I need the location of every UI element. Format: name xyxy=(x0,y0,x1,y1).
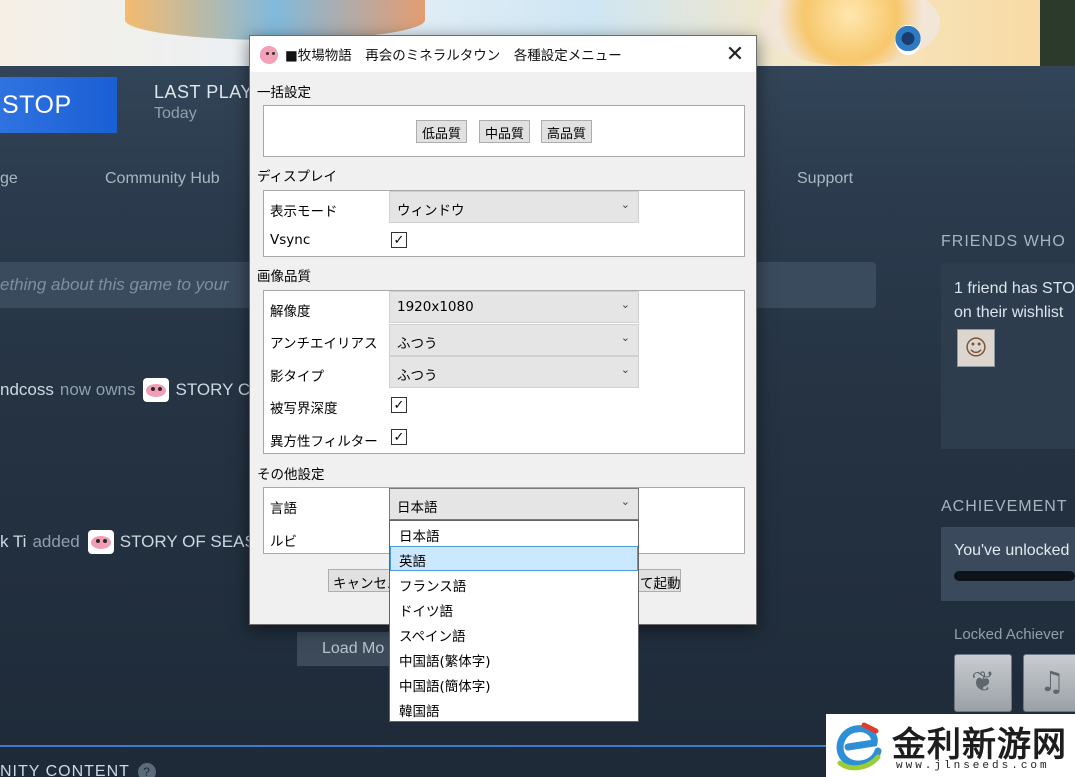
dialog-title: ■牧場物語 再会のミネラルタウン 各種設定メニュー xyxy=(285,48,622,64)
language-option[interactable]: 中国語(簡体字) xyxy=(390,671,638,696)
stop-button-label: STOP xyxy=(2,90,72,119)
banner-character-eye xyxy=(895,25,921,55)
activity-game[interactable]: STORY OF SEAS xyxy=(120,532,256,552)
language-option[interactable]: スペイン語 xyxy=(390,621,638,646)
activity-game[interactable]: STORY C xyxy=(175,380,250,400)
achievements-progress-panel: You've unlocked xyxy=(941,527,1075,601)
game-icon xyxy=(87,530,114,554)
language-option[interactable]: 中国語(繁体字) xyxy=(390,646,638,671)
display-mode-select[interactable]: ウィンドウ ⌄ xyxy=(389,191,639,223)
game-icon xyxy=(143,378,170,402)
language-option[interactable]: 日本語 xyxy=(390,521,638,546)
language-label: 言語 xyxy=(270,501,297,517)
friends-text-line2: on their wishlist xyxy=(954,304,1064,321)
site-watermark: 金利新游网 www.jlnseeds.com xyxy=(826,714,1075,777)
watermark-logo-icon xyxy=(836,722,882,771)
chevron-down-icon: ⌄ xyxy=(620,363,630,376)
watermark-name: 金利新游网 xyxy=(892,725,1067,765)
friends-section-title: FRIENDS WHO xyxy=(941,233,1066,250)
close-button[interactable]: ✕ xyxy=(714,36,756,72)
high-quality-button[interactable]: 高品質 xyxy=(541,120,592,143)
chevron-down-icon: ⌄ xyxy=(620,331,630,344)
activity-verb: added xyxy=(32,532,80,551)
bell-icon: ♫ xyxy=(1039,665,1065,698)
community-content-heading: NITY CONTENT ? xyxy=(0,763,156,777)
activity-user[interactable]: ndcoss xyxy=(0,380,54,400)
display-group-label: ディスプレイ xyxy=(257,169,338,185)
low-quality-button[interactable]: 低品質 xyxy=(416,120,467,143)
achievements-unlocked-text: You've unlocked xyxy=(954,542,1070,559)
resolution-value: 1920x1080 xyxy=(397,299,474,315)
language-dropdown-list: 日本語 英語 フランス語 ドイツ語 スペイン語 中国語(繁体字) 中国語(簡体字… xyxy=(389,520,639,722)
language-option-highlighted[interactable]: 英語 xyxy=(390,546,638,571)
language-option[interactable]: ドイツ語 xyxy=(390,596,638,621)
nav-store-page[interactable]: ge xyxy=(0,170,18,188)
banner-edge xyxy=(1040,0,1075,66)
ruby-label: ルビ xyxy=(270,534,297,550)
activity-verb: now owns xyxy=(59,380,136,399)
community-content-title: NITY CONTENT xyxy=(0,763,130,777)
achievements-progress-bar xyxy=(954,571,1075,581)
banner-town-art xyxy=(125,0,425,40)
vsync-label: Vsync xyxy=(270,232,311,248)
help-icon[interactable]: ? xyxy=(137,763,156,777)
nav-community-hub[interactable]: Community Hub xyxy=(105,170,220,188)
friend-avatar[interactable]: ☺ xyxy=(957,329,995,367)
display-mode-label: 表示モード xyxy=(270,204,338,220)
batch-settings-label: 一括設定 xyxy=(257,85,311,101)
watermark-url: www.jlnseeds.com xyxy=(896,760,1050,772)
antialias-label: アンチエイリアス xyxy=(270,336,378,352)
section-divider xyxy=(0,745,826,747)
depth-of-field-checkbox[interactable]: ✓ xyxy=(391,397,407,413)
resolution-select[interactable]: 1920x1080 ⌄ xyxy=(389,291,639,323)
friends-wishlist-text: 1 friend has STO on their wishlist xyxy=(954,277,1075,325)
image-quality-group-label: 画像品質 xyxy=(257,269,311,285)
activity-item: k Ti added STORY OF SEAS xyxy=(0,530,256,554)
antialias-select[interactable]: ふつう ⌄ xyxy=(389,324,639,356)
cancel-button[interactable]: キャンセル xyxy=(328,569,390,592)
close-icon: ✕ xyxy=(725,41,745,67)
shadow-type-select[interactable]: ふつう ⌄ xyxy=(389,356,639,388)
friends-panel: 1 friend has STO on their wishlist ☺ xyxy=(941,263,1075,449)
language-option[interactable]: フランス語 xyxy=(390,571,638,596)
language-value: 日本語 xyxy=(397,500,438,516)
depth-of-field-label: 被写界深度 xyxy=(270,401,338,417)
chevron-down-icon: ⌄ xyxy=(620,198,630,211)
penguin-icon: ❦ xyxy=(971,665,995,698)
shadow-type-value: ふつう xyxy=(397,368,438,384)
pig-app-icon xyxy=(259,44,281,64)
chevron-down-icon: ⌄ xyxy=(620,298,630,311)
dialog-titlebar[interactable]: ■牧場物語 再会のミネラルタウン 各種設定メニュー ✕ xyxy=(250,36,756,72)
resolution-label: 解像度 xyxy=(270,304,311,320)
display-mode-value: ウィンドウ xyxy=(397,203,465,219)
anisotropic-filter-label: 異方性フィルター xyxy=(270,434,378,450)
friends-text-line1: 1 friend has STO xyxy=(954,280,1075,297)
save-and-launch-button[interactable]: て起動 xyxy=(636,569,681,592)
share-placeholder: ething about this game to your xyxy=(0,275,229,294)
stop-button[interactable]: STOP xyxy=(0,77,117,133)
antialias-value: ふつう xyxy=(397,336,438,352)
activity-item: ndcoss now owns STORY C xyxy=(0,378,250,402)
shadow-type-label: 影タイプ xyxy=(270,369,324,385)
anisotropic-filter-checkbox[interactable]: ✓ xyxy=(391,429,407,445)
locked-achievements-label: Locked Achiever xyxy=(954,626,1065,643)
medium-quality-button[interactable]: 中品質 xyxy=(479,120,530,143)
other-settings-label: その他設定 xyxy=(257,467,325,483)
activity-user[interactable]: k Ti xyxy=(0,532,26,552)
locked-achievement-icon[interactable]: ❦ xyxy=(954,654,1012,712)
locked-achievement-icon[interactable]: ♫ xyxy=(1023,654,1075,712)
language-select[interactable]: 日本語 ⌄ xyxy=(389,488,639,520)
achievements-section-title: ACHIEVEMENT xyxy=(941,498,1068,515)
nav-support[interactable]: Support xyxy=(797,170,853,188)
language-option[interactable]: 韓国語 xyxy=(390,696,638,721)
chevron-down-icon: ⌄ xyxy=(620,495,630,508)
vsync-checkbox[interactable]: ✓ xyxy=(391,232,407,248)
